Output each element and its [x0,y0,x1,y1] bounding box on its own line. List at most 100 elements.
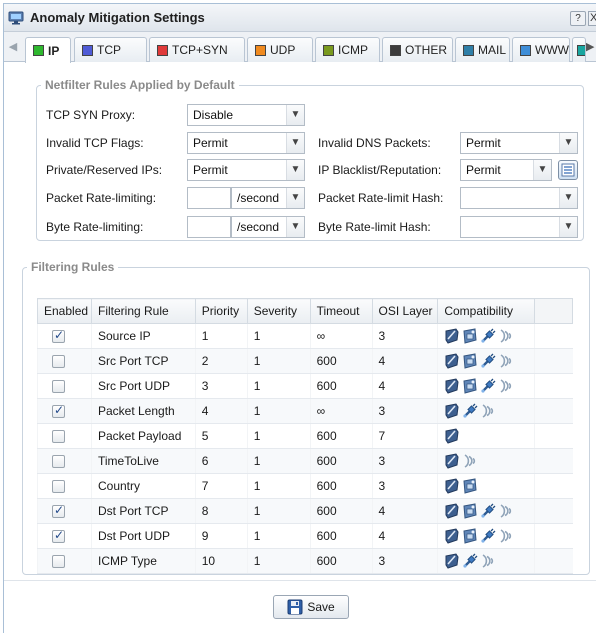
blacklist-list-button[interactable] [558,160,578,180]
tab-label: TCP [97,43,121,57]
table-row[interactable]: ICMP Type 10 1 600 3 [37,548,573,574]
enabled-checkbox[interactable] [52,480,65,494]
tab-overflow[interactable] [572,37,586,62]
enabled-checkbox[interactable] [52,355,65,369]
filler-cell [534,523,573,549]
severity-cell: 1 [246,423,311,449]
table-row[interactable]: Packet Length41∞3 [37,398,573,424]
table-row[interactable]: Source IP11∞3 [37,323,573,349]
settings-window: Anomaly Mitigation Settings ? X ◀ IP TCP… [3,3,596,633]
enabled-checkbox[interactable] [52,455,65,469]
save-button[interactable]: Save [273,595,349,619]
enabled-checkbox[interactable] [52,430,65,444]
column-header-osi-layer[interactable]: OSI Layer [371,298,439,324]
osi-layer-cell: 3 [371,398,438,424]
tab-tcp[interactable]: TCP [74,37,147,62]
firewall-icon [462,353,480,369]
tab-udp[interactable]: UDP [247,37,313,62]
tab-label: WWW [535,43,569,57]
firewall-icon [462,503,480,519]
enabled-checkbox[interactable] [52,503,65,519]
packet-rate-input[interactable] [187,187,231,209]
priority-cell: 5 [194,423,248,449]
table-row[interactable]: Src Port UDP 3 1 600 4 [37,373,573,399]
osi-layer-cell: 4 [371,498,438,524]
invalid-dns-select[interactable]: Permit ▼ [460,132,578,154]
osi-layer-cell: 3 [371,448,438,474]
enabled-checkbox[interactable] [52,403,65,419]
enabled-checkbox[interactable] [52,528,65,544]
table-row[interactable]: Country 7 1 600 3 [37,473,573,499]
table-row[interactable]: Src Port TCP 2 1 600 4 [37,348,573,374]
chevron-down-icon: ▼ [559,217,577,237]
tab-other[interactable]: OTHER [382,37,453,62]
enabled-cell [37,473,92,499]
plug-icon [462,403,480,418]
enabled-checkbox[interactable] [52,380,65,394]
tab-icmp[interactable]: ICMP [315,37,380,62]
tab-label: ICMP [338,43,368,57]
column-header-filler [534,298,573,324]
filler-cell [534,373,573,399]
tab-color-swatch [33,45,44,56]
wave-icon [498,328,518,343]
enabled-checkbox[interactable] [52,555,65,569]
invalid-tcp-flags-select[interactable]: Permit ▼ [187,132,305,154]
plug-icon [480,378,498,393]
priority-cell: 1 [194,323,248,349]
shield-icon [444,453,462,469]
shield-icon [444,328,462,344]
column-header-compatibility[interactable]: Compatibility [437,298,536,324]
filler-cell [534,473,573,499]
rule-name-cell: Packet Length [90,398,196,424]
title-bar[interactable]: Anomaly Mitigation Settings ? X [4,4,596,32]
save-button-label: Save [307,600,335,614]
compatibility-cell [437,348,535,374]
packet-rate-hash-select[interactable]: ▼ [460,187,578,209]
tab-tcp-syn[interactable]: TCP+SYN [149,37,245,62]
byte-rate-hash-select[interactable]: ▼ [460,216,578,238]
priority-cell: 4 [194,398,248,424]
enabled-cell [37,548,92,574]
timeout-cell: 600 [309,498,373,524]
tab-www[interactable]: WWW [512,37,570,62]
timeout-cell: ∞ [309,398,373,424]
compatibility-cell [437,498,535,524]
enabled-cell [37,323,92,349]
rule-name-cell: ICMP Type [90,548,196,574]
byte-rate-input[interactable] [187,216,231,238]
rule-name-cell: Source IP [90,323,196,349]
close-button[interactable]: X [588,11,596,26]
osi-layer-cell: 4 [371,523,438,549]
packet-rate-unit-select[interactable]: /second ▼ [231,187,305,209]
column-header-rule[interactable]: Filtering Rule [90,298,196,324]
tab-ip[interactable]: IP [25,37,71,63]
column-header-priority[interactable]: Priority [194,298,248,324]
ip-blacklist-select[interactable]: Permit ▼ [460,159,552,181]
select-value: Permit [193,136,228,150]
priority-cell: 7 [194,473,248,499]
tcp-syn-proxy-select[interactable]: Disable ▼ [187,104,305,126]
timeout-cell: 600 [309,423,373,449]
chevron-down-icon: ▼ [559,133,577,153]
window-title: Anomaly Mitigation Settings [30,10,205,25]
table-row[interactable]: TimeToLive 6 1 600 3 [37,448,573,474]
enabled-checkbox[interactable] [52,328,65,344]
table-row[interactable]: Packet Payload 5 1 600 7 [37,423,573,449]
tab-mail[interactable]: MAIL [455,37,510,62]
column-header-enabled[interactable]: Enabled [37,298,92,324]
tab-scroll-right-icon[interactable]: ▶ [586,39,596,55]
help-button[interactable]: ? [570,11,586,26]
rule-name-cell: Src Port TCP [90,348,196,374]
rule-name-cell: TimeToLive [90,448,196,474]
column-header-timeout[interactable]: Timeout [309,298,373,324]
severity-cell: 1 [246,398,311,424]
tab-scroll-left-icon[interactable]: ◀ [7,39,19,55]
table-row[interactable]: Dst Port TCP816004 [37,498,573,524]
private-ips-select[interactable]: Permit ▼ [187,159,305,181]
packet-rate-hash-label: Packet Rate-limit Hash: [318,191,444,205]
plug-icon [480,503,498,518]
column-header-severity[interactable]: Severity [246,298,311,324]
byte-rate-unit-select[interactable]: /second ▼ [231,216,305,238]
table-row[interactable]: Dst Port UDP916004 [37,523,573,549]
